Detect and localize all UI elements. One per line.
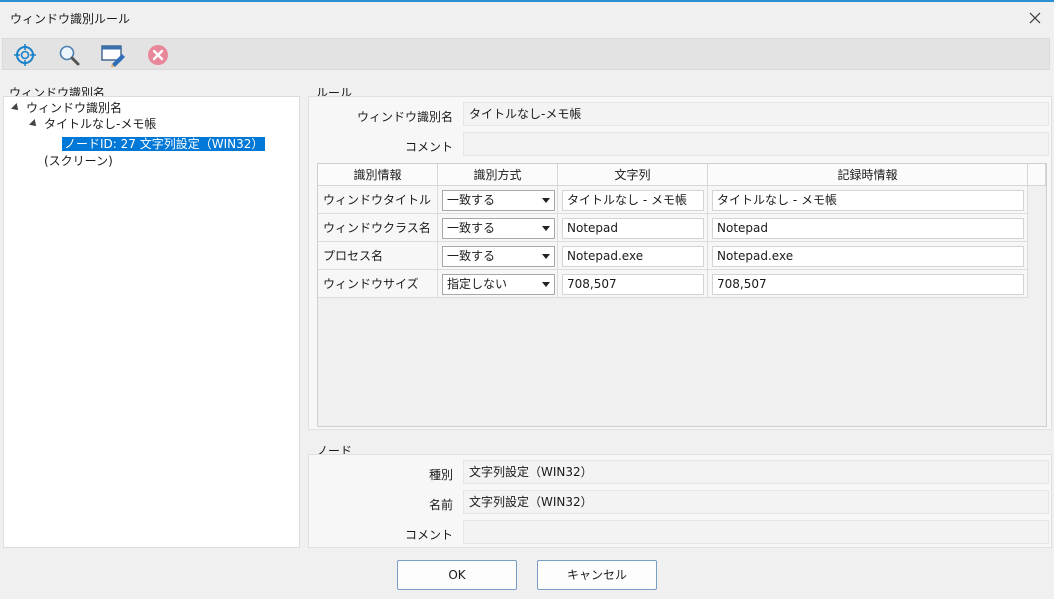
recorded-field[interactable]: 708,507 — [712, 274, 1024, 295]
grid-header-method[interactable]: 識別方式 — [438, 164, 558, 186]
recorded-value: Notepad — [717, 221, 768, 235]
string-cell: タイトルなし - メモ帳 — [558, 186, 708, 214]
node-comment-field[interactable] — [463, 520, 1049, 544]
row-info: ウィンドウタイトル — [323, 193, 432, 207]
string-value: タイトルなし - メモ帳 — [567, 193, 687, 207]
rule-comment-label: コメント — [404, 140, 453, 154]
row-info: ウィンドウサイズ — [323, 277, 419, 291]
node-name-label: 名前 — [428, 498, 453, 512]
window-name-label: ウィンドウ識別名 — [356, 110, 453, 124]
method-value: 一致する — [447, 221, 496, 235]
toolbar — [2, 38, 1050, 70]
delete-icon — [148, 45, 168, 65]
window-name-field[interactable]: タイトルなし-メモ帳 — [463, 102, 1049, 126]
table-row: プロセス名 — [318, 242, 438, 270]
window-title: ウィンドウ識別ルール — [10, 12, 131, 26]
close-button[interactable] — [1022, 5, 1048, 31]
recorded-cell: Notepad.exe — [708, 242, 1028, 270]
window-edit-icon — [101, 45, 125, 67]
method-value: 一致する — [447, 249, 496, 263]
recorded-cell: 708,507 — [708, 270, 1028, 298]
recorded-cell: タイトルなし - メモ帳 — [708, 186, 1028, 214]
tree-item-root-label: ウィンドウ識別名 — [26, 101, 123, 115]
window-edit-button[interactable] — [99, 42, 127, 68]
tree-item-window[interactable]: タイトルなし-メモ帳 — [29, 116, 157, 132]
string-value: Notepad.exe — [567, 249, 644, 263]
method-select[interactable]: 一致する — [442, 246, 555, 267]
recorded-field[interactable]: Notepad — [712, 218, 1024, 239]
string-cell: Notepad.exe — [558, 242, 708, 270]
recorded-value: 708,507 — [717, 277, 767, 291]
grid-header-filler — [1028, 164, 1046, 186]
target-icon — [14, 44, 36, 66]
method-cell: 指定しない — [438, 270, 558, 298]
row-info: ウィンドウクラス名 — [323, 221, 431, 235]
rule-group: ウィンドウ識別名 タイトルなし-メモ帳 コメント 識別情報 識別方式 文字列 記… — [308, 96, 1052, 430]
recorded-cell: Notepad — [708, 214, 1028, 242]
node-name-field[interactable]: 文字列設定（WIN32） — [463, 490, 1049, 514]
recorded-value: Notepad.exe — [717, 249, 794, 263]
tree-panel: ウィンドウ識別名 タイトルなし-メモ帳 ノードID: 27 文字列設定（WIN3… — [3, 96, 300, 548]
tree-item-screen-label: (スクリーン) — [44, 154, 113, 168]
tree-item-screen[interactable]: (スクリーン) — [44, 153, 113, 169]
tree-item-root[interactable]: ウィンドウ識別名 — [11, 100, 123, 116]
rule-grid: 識別情報 識別方式 文字列 記録時情報 ウィンドウタイトル 一致する タイトルな… — [317, 163, 1047, 427]
chevron-down-icon — [542, 198, 550, 203]
method-select[interactable]: 指定しない — [442, 274, 555, 295]
ok-button[interactable]: OK — [397, 560, 517, 590]
close-icon — [1029, 12, 1041, 24]
expand-arrow-icon[interactable] — [29, 119, 39, 129]
string-input[interactable]: Notepad — [562, 218, 704, 239]
grid-header-recorded[interactable]: 記録時情報 — [708, 164, 1028, 186]
table-row: ウィンドウクラス名 — [318, 214, 438, 242]
string-value: 708,507 — [567, 277, 617, 291]
recorded-value: タイトルなし - メモ帳 — [717, 193, 837, 207]
rule-comment-field[interactable] — [463, 132, 1049, 156]
target-button[interactable] — [11, 42, 39, 68]
chevron-down-icon — [542, 254, 550, 259]
table-row: ウィンドウサイズ — [318, 270, 438, 298]
recorded-field[interactable]: Notepad.exe — [712, 246, 1024, 267]
node-group: 種別 文字列設定（WIN32） 名前 文字列設定（WIN32） コメント — [308, 454, 1052, 548]
tree-item-node[interactable]: ノードID: 27 文字列設定（WIN32） — [62, 136, 266, 152]
cancel-button[interactable]: キャンセル — [537, 560, 657, 590]
search-button[interactable] — [55, 42, 83, 68]
method-cell: 一致する — [438, 186, 558, 214]
string-cell: 708,507 — [558, 270, 708, 298]
grid-header-info[interactable]: 識別情報 — [318, 164, 438, 186]
recorded-field[interactable]: タイトルなし - メモ帳 — [712, 190, 1024, 211]
method-value: 指定しない — [447, 277, 508, 291]
expand-arrow-icon[interactable] — [11, 103, 21, 113]
string-input[interactable]: タイトルなし - メモ帳 — [562, 190, 704, 211]
tree-item-window-label: タイトルなし-メモ帳 — [44, 117, 157, 131]
tree-item-node-label: ノードID: 27 文字列設定（WIN32） — [62, 137, 266, 151]
chevron-down-icon — [542, 282, 550, 287]
method-select[interactable]: 一致する — [442, 218, 555, 239]
search-icon — [59, 45, 80, 66]
table-row: ウィンドウタイトル — [318, 186, 438, 214]
window-name-value: タイトルなし-メモ帳 — [469, 107, 582, 121]
grid-header-string[interactable]: 文字列 — [558, 164, 708, 186]
node-name-value: 文字列設定（WIN32） — [469, 495, 593, 509]
string-value: Notepad — [567, 221, 618, 235]
string-input[interactable]: 708,507 — [562, 274, 704, 295]
title-bar: ウィンドウ識別ルール — [0, 2, 1054, 34]
string-cell: Notepad — [558, 214, 708, 242]
node-type-value: 文字列設定（WIN32） — [469, 465, 593, 479]
method-select[interactable]: 一致する — [442, 190, 555, 211]
chevron-down-icon — [542, 226, 550, 231]
method-value: 一致する — [447, 193, 496, 207]
row-info: プロセス名 — [323, 249, 384, 263]
method-cell: 一致する — [438, 242, 558, 270]
node-comment-label: コメント — [404, 528, 453, 542]
method-cell: 一致する — [438, 214, 558, 242]
node-type-field[interactable]: 文字列設定（WIN32） — [463, 460, 1049, 484]
string-input[interactable]: Notepad.exe — [562, 246, 704, 267]
delete-button[interactable] — [144, 42, 172, 68]
node-type-label: 種別 — [428, 468, 453, 482]
